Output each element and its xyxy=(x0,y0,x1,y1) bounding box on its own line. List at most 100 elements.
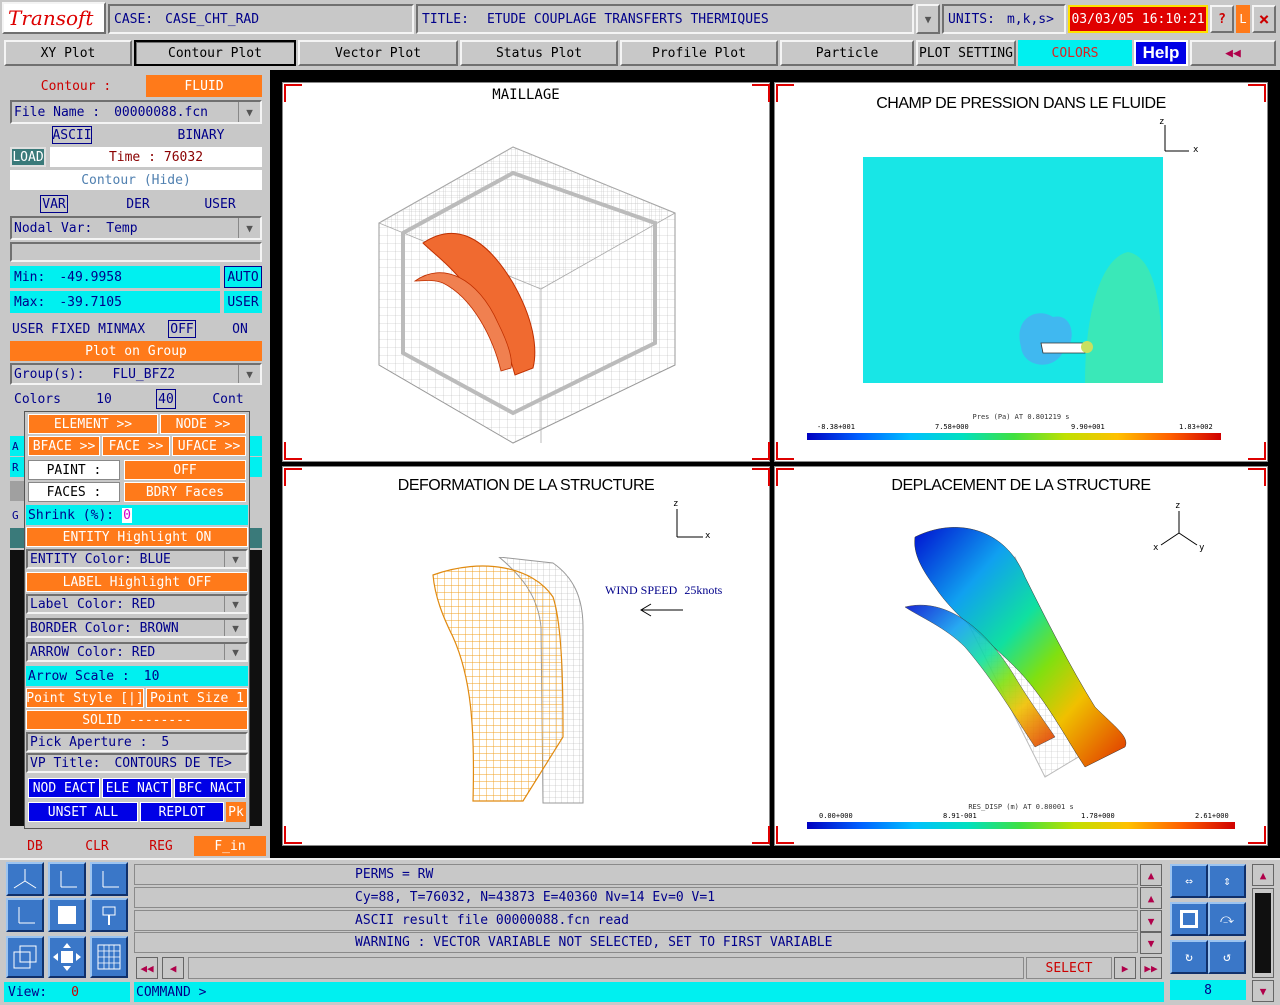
scroll-down-icon[interactable]: ▼ xyxy=(1140,910,1162,932)
rotate-axis-icon[interactable]: ⤼ xyxy=(1208,902,1246,936)
tab-particle[interactable]: Particle xyxy=(780,40,914,66)
help-button[interactable]: Help xyxy=(1134,40,1188,66)
select-input-area[interactable] xyxy=(188,957,1024,979)
groups-field[interactable]: Group(s): FLU_BFZ2 ▼ xyxy=(10,363,262,385)
ascii-toggle[interactable]: ASCII xyxy=(52,126,92,144)
viewport-pression[interactable]: CHAMP DE PRESSION DANS LE FLUIDE z x Pre… xyxy=(774,82,1268,462)
nodal-var-field[interactable]: Nodal Var: Temp ▼ xyxy=(10,216,262,240)
tab-status-plot[interactable]: Status Plot xyxy=(460,40,618,66)
auto-button[interactable]: AUTO xyxy=(224,266,262,288)
bfc-nact-button[interactable]: BFC NACT xyxy=(174,778,246,798)
solid-line-button[interactable]: SOLID -------- xyxy=(26,710,248,730)
view-number-field[interactable]: 8 xyxy=(1170,980,1246,1000)
fixed-on-toggle[interactable]: ON xyxy=(226,320,254,338)
view-zx-icon[interactable] xyxy=(48,862,86,896)
pk-button[interactable]: Pk xyxy=(226,802,246,822)
unset-all-button[interactable]: UNSET ALL xyxy=(28,802,138,822)
units-field[interactable]: UNITS: m,k,s> xyxy=(942,4,1066,34)
pick-aperture-field[interactable]: Pick Aperture : 5 xyxy=(26,732,248,752)
viewport-maillage[interactable]: MAILLAGE xyxy=(282,82,770,462)
user-toggle[interactable]: USER xyxy=(200,195,240,213)
nod-eact-button[interactable]: NOD EACT xyxy=(28,778,100,798)
fill-square-icon[interactable] xyxy=(48,898,86,932)
tab-xy-plot[interactable]: XY Plot xyxy=(4,40,132,66)
border-color-field[interactable]: BORDER Color: BROWN ▼ xyxy=(26,618,248,638)
scrollbar-thumb[interactable] xyxy=(1255,893,1271,973)
rotate-horizontal-icon[interactable]: ↻ xyxy=(1170,940,1208,974)
node-button[interactable]: NODE >> xyxy=(160,414,246,434)
user-minmax-button[interactable]: USER xyxy=(224,291,262,313)
shrink-value[interactable]: 0 xyxy=(122,507,132,523)
scroll-down-icon[interactable]: ▼ xyxy=(1140,932,1162,954)
select-button[interactable]: SELECT xyxy=(1026,957,1112,979)
tab-vector-plot[interactable]: Vector Plot xyxy=(298,40,458,66)
tab-contour-plot[interactable]: Contour Plot xyxy=(134,40,296,66)
vp-title-field[interactable]: VP Title: CONTOURS DE TE> xyxy=(26,753,248,773)
var-toggle[interactable]: VAR xyxy=(40,195,68,213)
load-button[interactable]: LOAD xyxy=(10,147,46,167)
help-question-button[interactable]: ? xyxy=(1210,5,1234,33)
faces-toggle[interactable]: BDRY Faces xyxy=(124,482,246,502)
point-style-button[interactable]: Point Style [|] xyxy=(26,688,144,708)
arrow-scale-field[interactable]: Arrow Scale : 10 xyxy=(26,666,248,686)
replot-button[interactable]: REPLOT xyxy=(140,802,224,822)
command-input[interactable]: COMMAND > xyxy=(134,982,1164,1002)
paint-brush-icon[interactable] xyxy=(90,898,128,932)
file-name-field[interactable]: File Name : 00000088.fcn ▼ xyxy=(10,100,262,124)
max-field[interactable]: Max: -39.7105 xyxy=(10,291,220,313)
chevron-down-icon[interactable]: ▼ xyxy=(224,596,246,612)
colors-count-b[interactable]: 40 xyxy=(156,389,176,409)
fit-horizontal-icon[interactable]: ⇔ xyxy=(1170,864,1208,898)
chevron-down-icon[interactable]: ▼ xyxy=(238,365,260,383)
grid-icon[interactable] xyxy=(90,936,128,978)
ele-nact-button[interactable]: ELE NACT xyxy=(102,778,172,798)
f-in-button[interactable]: F_in xyxy=(194,836,266,856)
arrow-color-field[interactable]: ARROW Color: RED ▼ xyxy=(26,642,248,662)
tab-profile-plot[interactable]: Profile Plot xyxy=(620,40,778,66)
uface-button[interactable]: UFACE >> xyxy=(172,436,246,456)
chevron-down-icon[interactable]: ▼ xyxy=(224,551,246,567)
point-size-button[interactable]: Point Size 1 xyxy=(146,688,248,708)
title-dropdown-button[interactable]: ▼ xyxy=(916,4,940,34)
colors-count-a[interactable]: 10 xyxy=(86,389,122,409)
viewport-deformation[interactable]: DEFORMATION DE LA STRUCTURE z x WIND SPE… xyxy=(282,466,770,846)
binary-toggle[interactable]: BINARY xyxy=(174,126,228,144)
viewport-deplacement[interactable]: DEPLACEMENT DE LA STRUCTURE z x y RES_DI… xyxy=(774,466,1268,846)
l-button[interactable]: L xyxy=(1236,5,1250,33)
view-iso-icon[interactable] xyxy=(6,862,44,896)
view-yx-icon[interactable] xyxy=(6,898,44,932)
pan-arrows-icon[interactable] xyxy=(48,936,86,978)
paint-toggle[interactable]: OFF xyxy=(124,460,246,480)
chevron-down-icon[interactable]: ▼ xyxy=(224,644,246,660)
first-double-arrow-icon[interactable]: ◀◀ xyxy=(136,957,158,979)
bface-button[interactable]: BFACE >> xyxy=(28,436,100,456)
element-button[interactable]: ELEMENT >> xyxy=(28,414,158,434)
contour-type-button[interactable]: FLUID xyxy=(146,75,262,97)
close-icon[interactable]: × xyxy=(1252,5,1276,33)
entity-highlight-toggle[interactable]: ENTITY Highlight ON xyxy=(26,527,248,547)
tab-colors[interactable]: COLORS xyxy=(1018,40,1132,66)
scroll-up-icon[interactable]: ▲ xyxy=(1252,864,1274,886)
chevron-down-icon[interactable]: ▼ xyxy=(238,218,260,238)
box-3d-icon[interactable] xyxy=(6,936,44,978)
scroll-down-icon[interactable]: ▼ xyxy=(1252,980,1274,1002)
der-toggle[interactable]: DER xyxy=(120,195,156,213)
shrink-field[interactable]: Shrink (%): 0 xyxy=(26,505,248,525)
contour-hide-button[interactable]: Contour (Hide) xyxy=(10,170,262,190)
rotate-vertical-icon[interactable]: ↺ xyxy=(1208,940,1246,974)
face-button[interactable]: FACE >> xyxy=(102,436,170,456)
clr-button[interactable]: CLR xyxy=(66,836,128,856)
colors-mode[interactable]: Cont xyxy=(206,389,250,409)
label-color-field[interactable]: Label Color: RED ▼ xyxy=(26,594,248,614)
label-highlight-toggle[interactable]: LABEL Highlight OFF xyxy=(26,572,248,592)
zoom-box-icon[interactable] xyxy=(1170,902,1208,936)
entity-color-field[interactable]: ENTITY Color: BLUE ▼ xyxy=(26,549,248,569)
fixed-off-toggle[interactable]: OFF xyxy=(168,320,196,338)
next-arrow-icon[interactable]: ▶ xyxy=(1114,957,1136,979)
scroll-up-icon[interactable]: ▲ xyxy=(1140,887,1162,909)
db-button[interactable]: DB xyxy=(6,836,64,856)
scroll-up-icon[interactable]: ▲ xyxy=(1140,864,1162,886)
fit-vertical-icon[interactable]: ⇕ xyxy=(1208,864,1246,898)
plot-on-group-button[interactable]: Plot on Group xyxy=(10,341,262,361)
view-zy-icon[interactable] xyxy=(90,862,128,896)
